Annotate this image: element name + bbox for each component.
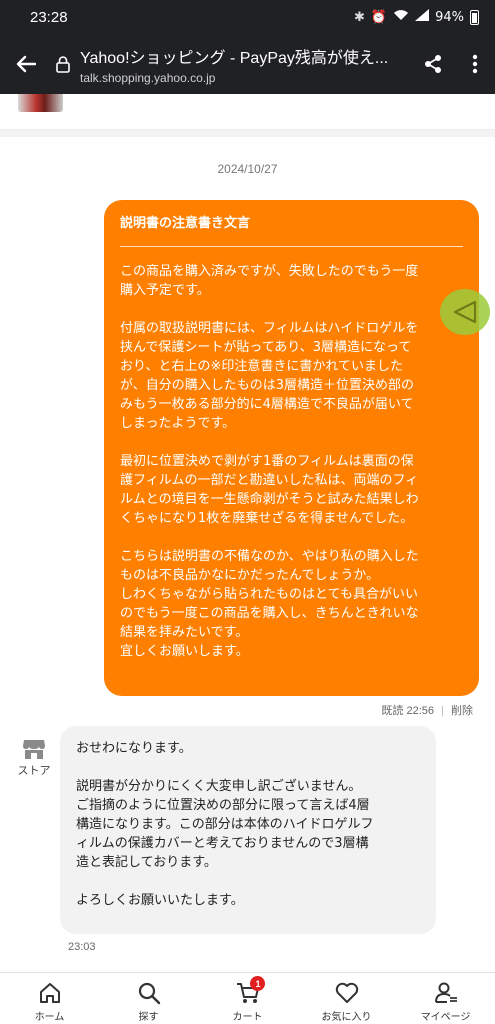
message-paragraph: こちらは説明書の不備なのか、やはり私の購入した ものは不良品かなにかだったんでし… <box>120 549 419 659</box>
message-paragraph: よろしくお願いいたします。 <box>76 893 244 908</box>
message-paragraph: おせわになります。 <box>76 741 192 756</box>
signal-icon <box>415 9 430 25</box>
nav-cart[interactable]: 1 カート <box>198 973 297 1024</box>
page-title: Yahoo!ショッピング - PayPay残高が使え... <box>80 49 389 67</box>
nav-label: カート <box>232 1012 263 1023</box>
triangle-left-icon <box>453 300 477 324</box>
cart-badge: 1 <box>250 976 266 991</box>
back-button[interactable] <box>0 34 52 94</box>
share-button[interactable] <box>411 34 455 94</box>
nav-label: マイページ <box>420 1012 471 1023</box>
outgoing-message-bubble: 説明書の注意書き文言 この商品を購入済みですが、失敗したのでもう一度 購入予定で… <box>104 200 479 696</box>
date-separator: 2024/10/27 <box>217 162 278 176</box>
delete-link[interactable]: 削除 <box>451 705 473 717</box>
heart-icon <box>335 982 358 1003</box>
home-icon <box>39 983 60 1003</box>
outgoing-time: 22:56 <box>406 705 435 717</box>
read-status: 既読 <box>381 705 404 717</box>
subject-divider <box>120 246 463 247</box>
alarm-icon: ⏰ <box>370 9 388 25</box>
message-subject: 説明書の注意書き文言 <box>120 216 251 231</box>
nav-home[interactable]: ホーム <box>0 973 99 1024</box>
more-menu-button[interactable] <box>455 34 495 94</box>
store-avatar: ストア <box>14 738 54 778</box>
bottom-navigation: ホーム 探す 1 カート お気に入り マイページ <box>0 972 495 1024</box>
message-paragraph: 付属の取扱説明書には、フィルムはハイドロゲルを 挟んで保護シートが貼ってあり、3… <box>120 321 419 431</box>
floating-back-button[interactable] <box>440 289 490 335</box>
battery-icon <box>470 9 479 25</box>
wifi-icon <box>393 9 409 25</box>
incoming-message-bubble: おせわになります。 説明書が分かりにくく大変申し訳ございません。 ご指摘のように… <box>60 726 436 934</box>
store-icon <box>23 740 45 759</box>
battery-percent: 94% <box>435 9 464 25</box>
nav-label: 探す <box>138 1012 159 1023</box>
nav-label: お気に入り <box>321 1012 372 1023</box>
status-time: 23:28 <box>30 8 68 26</box>
bluetooth-icon: ✱ <box>354 9 365 25</box>
message-paragraph: 説明書が分かりにくく大変申し訳ございません。 ご指摘のように位置決めの部分に限っ… <box>76 779 374 870</box>
arrow-left-icon <box>16 55 36 73</box>
search-icon <box>138 982 160 1005</box>
previous-product-card[interactable] <box>0 94 495 130</box>
address-bar[interactable]: Yahoo!ショッピング - PayPay残高が使え... talk.shopp… <box>80 44 411 85</box>
message-paragraph: この商品を購入済みですが、失敗したのでもう一度 購入予定です。 <box>120 264 419 298</box>
nav-mypage[interactable]: マイページ <box>396 973 495 1024</box>
incoming-time: 23:03 <box>68 941 96 953</box>
nav-search[interactable]: 探す <box>99 973 198 1024</box>
status-icons: ✱ ⏰ 94% <box>354 9 479 25</box>
person-icon <box>434 982 457 1003</box>
product-thumbnail <box>18 94 63 112</box>
share-icon <box>425 55 441 73</box>
lock-icon[interactable] <box>52 44 74 84</box>
nav-label: ホーム <box>34 1012 65 1023</box>
more-vertical-icon <box>472 54 478 74</box>
meta-separator: | <box>441 705 444 717</box>
browser-toolbar: Yahoo!ショッピング - PayPay残高が使え... talk.shopp… <box>0 34 495 94</box>
store-label: ストア <box>17 764 51 777</box>
page-url: talk.shopping.yahoo.co.jp <box>80 70 216 85</box>
chat-content[interactable]: 2024/10/27 説明書の注意書き文言 この商品を購入済みですが、失敗したの… <box>0 94 495 972</box>
message-paragraph: 最初に位置決めで剥がす1番のフィルムは裏面の保 護フィルムの一部だと勘違いした私… <box>120 454 419 526</box>
section-divider <box>0 130 495 137</box>
outgoing-message-meta: 既読 22:56 | 削除 <box>381 702 473 718</box>
status-bar: 23:28 ✱ ⏰ 94% <box>0 0 495 34</box>
nav-favorites[interactable]: お気に入り <box>297 973 396 1024</box>
